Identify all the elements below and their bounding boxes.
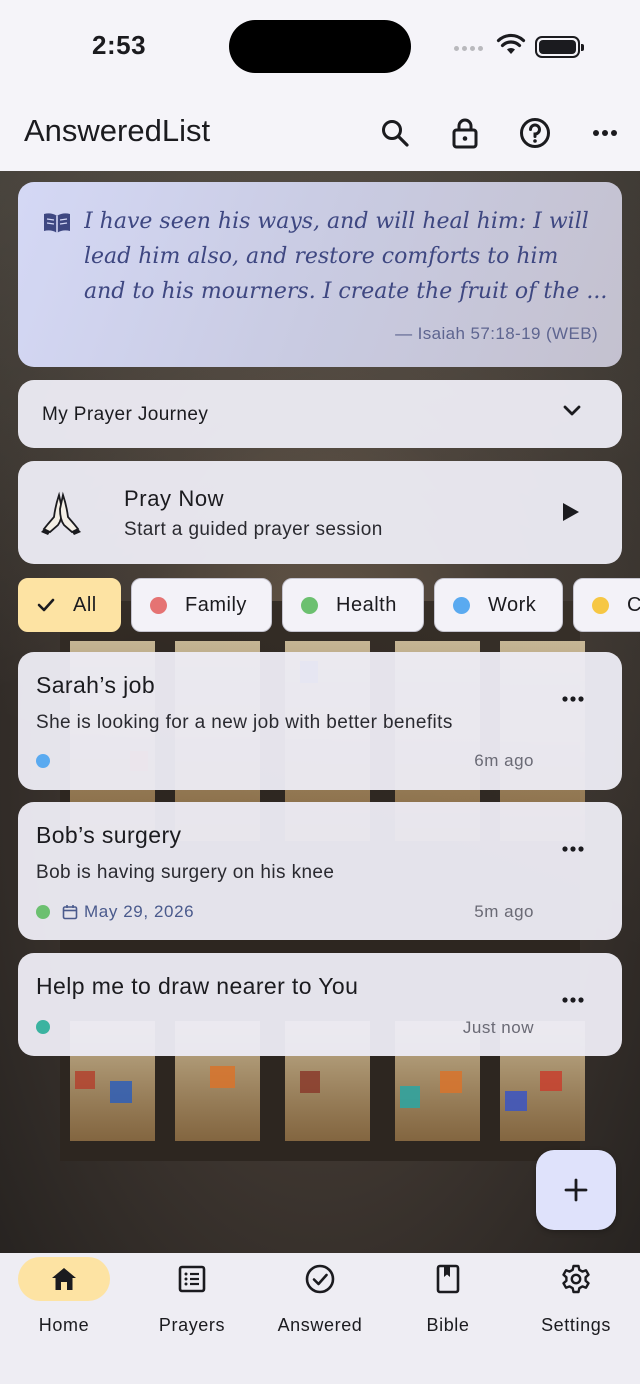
more-icon[interactable] — [562, 997, 584, 1003]
nav-label: Settings — [541, 1315, 611, 1335]
nav-item-bible[interactable]: Bible — [384, 1257, 512, 1347]
filter-chip-work[interactable]: Work — [434, 578, 563, 632]
pray-now-subtitle: Start a guided prayer session — [124, 519, 383, 540]
bottom-navigation: Home Prayers Answered Bible Settings — [0, 1253, 640, 1384]
gear-icon — [562, 1264, 590, 1294]
due-date-text: May 29, 2026 — [84, 902, 195, 921]
calendar-icon — [62, 905, 78, 920]
category-filter-chips: All Family Health Work C — [18, 578, 640, 632]
chip-label: All — [73, 593, 97, 616]
journey-label: My Prayer Journey — [42, 404, 209, 425]
nav-item-answered[interactable]: Answered — [256, 1257, 384, 1347]
verse-line: and to his mourners. I create the fruit … — [84, 279, 608, 304]
nav-label: Bible — [426, 1315, 470, 1335]
book-icon — [436, 1264, 460, 1294]
app-title: AnsweredList — [24, 113, 211, 148]
filter-chip-health[interactable]: Health — [282, 578, 424, 632]
cellular-icon — [454, 46, 483, 51]
check-circle-icon — [305, 1264, 335, 1294]
verse-reference: — Isaiah 57:18-19 (WEB) — [395, 324, 598, 343]
chevron-down-icon — [563, 405, 581, 416]
nav-item-home[interactable]: Home — [0, 1257, 128, 1347]
category-color-dot — [453, 596, 470, 614]
chip-label: Health — [336, 593, 397, 616]
chip-label: Family — [185, 593, 247, 616]
prayer-timestamp: 6m ago — [474, 751, 534, 770]
nav-label: Prayers — [158, 1315, 226, 1335]
pray-now-card[interactable]: Pray Now Start a guided prayer session — [18, 461, 622, 564]
praying-hands-icon — [41, 491, 81, 535]
open-book-icon — [44, 213, 70, 233]
help-icon[interactable] — [515, 113, 555, 153]
wifi-icon — [496, 33, 526, 54]
verse-card[interactable]: I have seen his ways, and will heal him:… — [18, 182, 622, 367]
filter-chip-family[interactable]: Family — [131, 578, 272, 632]
category-color-dot — [36, 905, 50, 919]
prayer-title: Help me to draw nearer to You — [36, 973, 359, 999]
status-bar: 2:53 — [0, 0, 640, 95]
category-color-dot — [301, 596, 318, 614]
category-color-dot — [150, 596, 167, 614]
prayer-due-date: May 29, 2026 — [62, 902, 194, 922]
prayer-journey-dropdown[interactable]: My Prayer Journey — [18, 380, 622, 448]
verse-line: lead him also, and restore comforts to h… — [84, 244, 559, 269]
dynamic-island — [229, 20, 411, 73]
add-prayer-button[interactable] — [536, 1150, 616, 1230]
battery-icon — [535, 36, 584, 58]
search-icon[interactable] — [375, 113, 415, 153]
prayer-timestamp: Just now — [462, 1018, 534, 1037]
more-icon[interactable] — [562, 846, 584, 852]
prayer-timestamp: 5m ago — [474, 902, 534, 921]
prayer-description: She is looking for a new job with better… — [36, 712, 453, 733]
prayer-card[interactable]: Sarah’s job She is looking for a new job… — [18, 652, 622, 790]
plus-icon — [564, 1178, 588, 1202]
prayer-description: Bob is having surgery on his knee — [36, 862, 335, 883]
prayer-card[interactable]: Bob’s surgery Bob is having surgery on h… — [18, 802, 622, 940]
nav-label: Answered — [277, 1315, 363, 1335]
home-icon — [52, 1268, 76, 1290]
filter-chip-more[interactable]: C — [573, 578, 640, 632]
nav-label: Home — [38, 1315, 90, 1335]
lock-icon[interactable] — [445, 113, 485, 153]
chip-label: C — [627, 593, 640, 616]
chip-label: Work — [488, 593, 537, 616]
more-icon[interactable] — [562, 696, 584, 702]
play-icon[interactable] — [562, 502, 580, 522]
check-icon — [37, 598, 55, 612]
verse-line: I have seen his ways, and will heal him:… — [84, 209, 589, 234]
nav-item-prayers[interactable]: Prayers — [128, 1257, 256, 1347]
nav-item-settings[interactable]: Settings — [512, 1257, 640, 1347]
more-icon[interactable] — [585, 113, 625, 153]
filter-chip-all[interactable]: All — [18, 578, 121, 632]
category-color-dot — [592, 596, 609, 614]
app-bar: AnsweredList — [0, 95, 640, 171]
prayer-title: Bob’s surgery — [36, 822, 182, 848]
category-color-dot — [36, 1020, 50, 1034]
category-color-dot — [36, 754, 50, 768]
prayer-card[interactable]: Help me to draw nearer to You Just now — [18, 953, 622, 1056]
list-icon — [178, 1265, 206, 1293]
pray-now-title: Pray Now — [124, 486, 225, 511]
status-time: 2:53 — [92, 30, 147, 60]
verse-text: I have seen his ways, and will heal him:… — [84, 204, 610, 309]
prayer-title: Sarah’s job — [36, 672, 156, 698]
